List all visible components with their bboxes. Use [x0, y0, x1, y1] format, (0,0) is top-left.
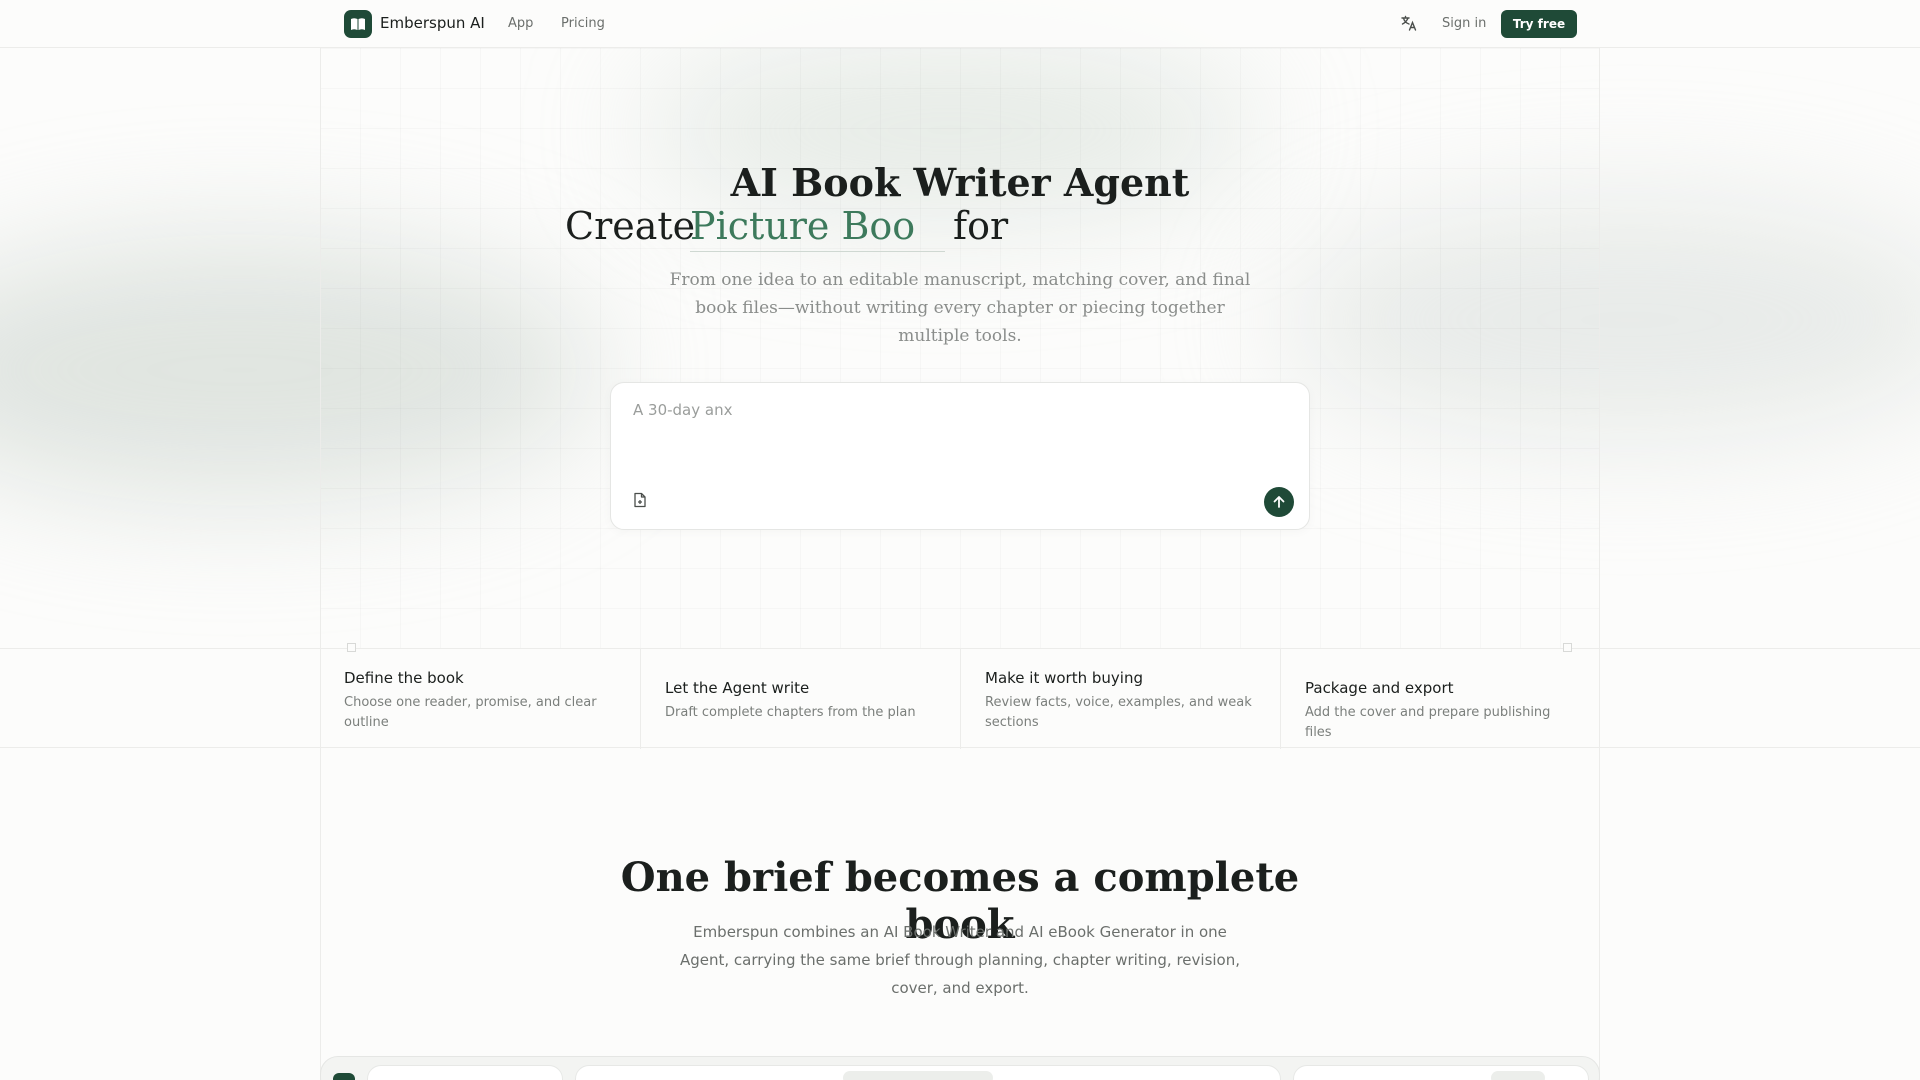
step-package-export: Package and export Add the cover and pre…: [1280, 649, 1600, 749]
step-title: Package and export: [1305, 679, 1454, 697]
brand-logo[interactable]: [344, 10, 372, 38]
step-worth-buying: Make it worth buying Review facts, voice…: [960, 649, 1280, 749]
send-button[interactable]: [1264, 487, 1294, 517]
step-title: Make it worth buying: [985, 669, 1143, 687]
step-agent-write: Let the Agent write Draft complete chapt…: [640, 649, 960, 749]
step-desc: Draft complete chapters from the plan: [665, 705, 916, 720]
brand-name[interactable]: Emberspun AI: [380, 14, 485, 32]
translate-icon[interactable]: [1400, 14, 1418, 32]
hero-for-word: for: [953, 204, 1009, 248]
corner-marker: [347, 643, 356, 652]
corner-marker: [1563, 643, 1572, 652]
nav-app-link[interactable]: App: [508, 16, 533, 31]
file-attach-icon[interactable]: [631, 491, 649, 509]
step-desc: Review facts, voice, examples, and weak …: [985, 695, 1252, 730]
app-preview: [320, 1056, 1600, 1080]
open-book-icon: [351, 18, 365, 30]
prompt-box: [610, 382, 1310, 530]
step-define-book: Define the book Choose one reader, promi…: [320, 649, 640, 749]
preview-tab-switch: [843, 1071, 993, 1080]
sign-in-link[interactable]: Sign in: [1442, 16, 1486, 31]
hero-typed-word: Picture Boo: [690, 204, 945, 252]
book-idea-input[interactable]: [633, 401, 1273, 461]
section-subtitle: Emberspun combines an AI Book Writer and…: [679, 923, 1241, 997]
hero-subtitle: From one idea to an editable manuscript,…: [669, 270, 1251, 346]
step-desc: Choose one reader, promise, and clear ou…: [344, 695, 597, 730]
nav-pricing-link[interactable]: Pricing: [561, 16, 605, 31]
step-title: Let the Agent write: [665, 679, 810, 697]
hero-title: AI Book Writer Agent: [730, 160, 1190, 205]
preview-panel-left: [367, 1065, 563, 1080]
arrow-up-icon: [1273, 496, 1285, 508]
preview-logo: [333, 1073, 355, 1080]
preview-toggle: [1491, 1071, 1545, 1080]
step-title: Define the book: [344, 669, 464, 687]
top-nav: Emberspun AI App Pricing Sign in Try fre…: [0, 0, 1920, 48]
steps-row: Define the book Choose one reader, promi…: [0, 648, 1920, 749]
hero-create-word: Create: [565, 204, 696, 248]
step-desc: Add the cover and prepare publishing fil…: [1305, 705, 1551, 740]
try-free-button[interactable]: Try free: [1501, 10, 1577, 38]
